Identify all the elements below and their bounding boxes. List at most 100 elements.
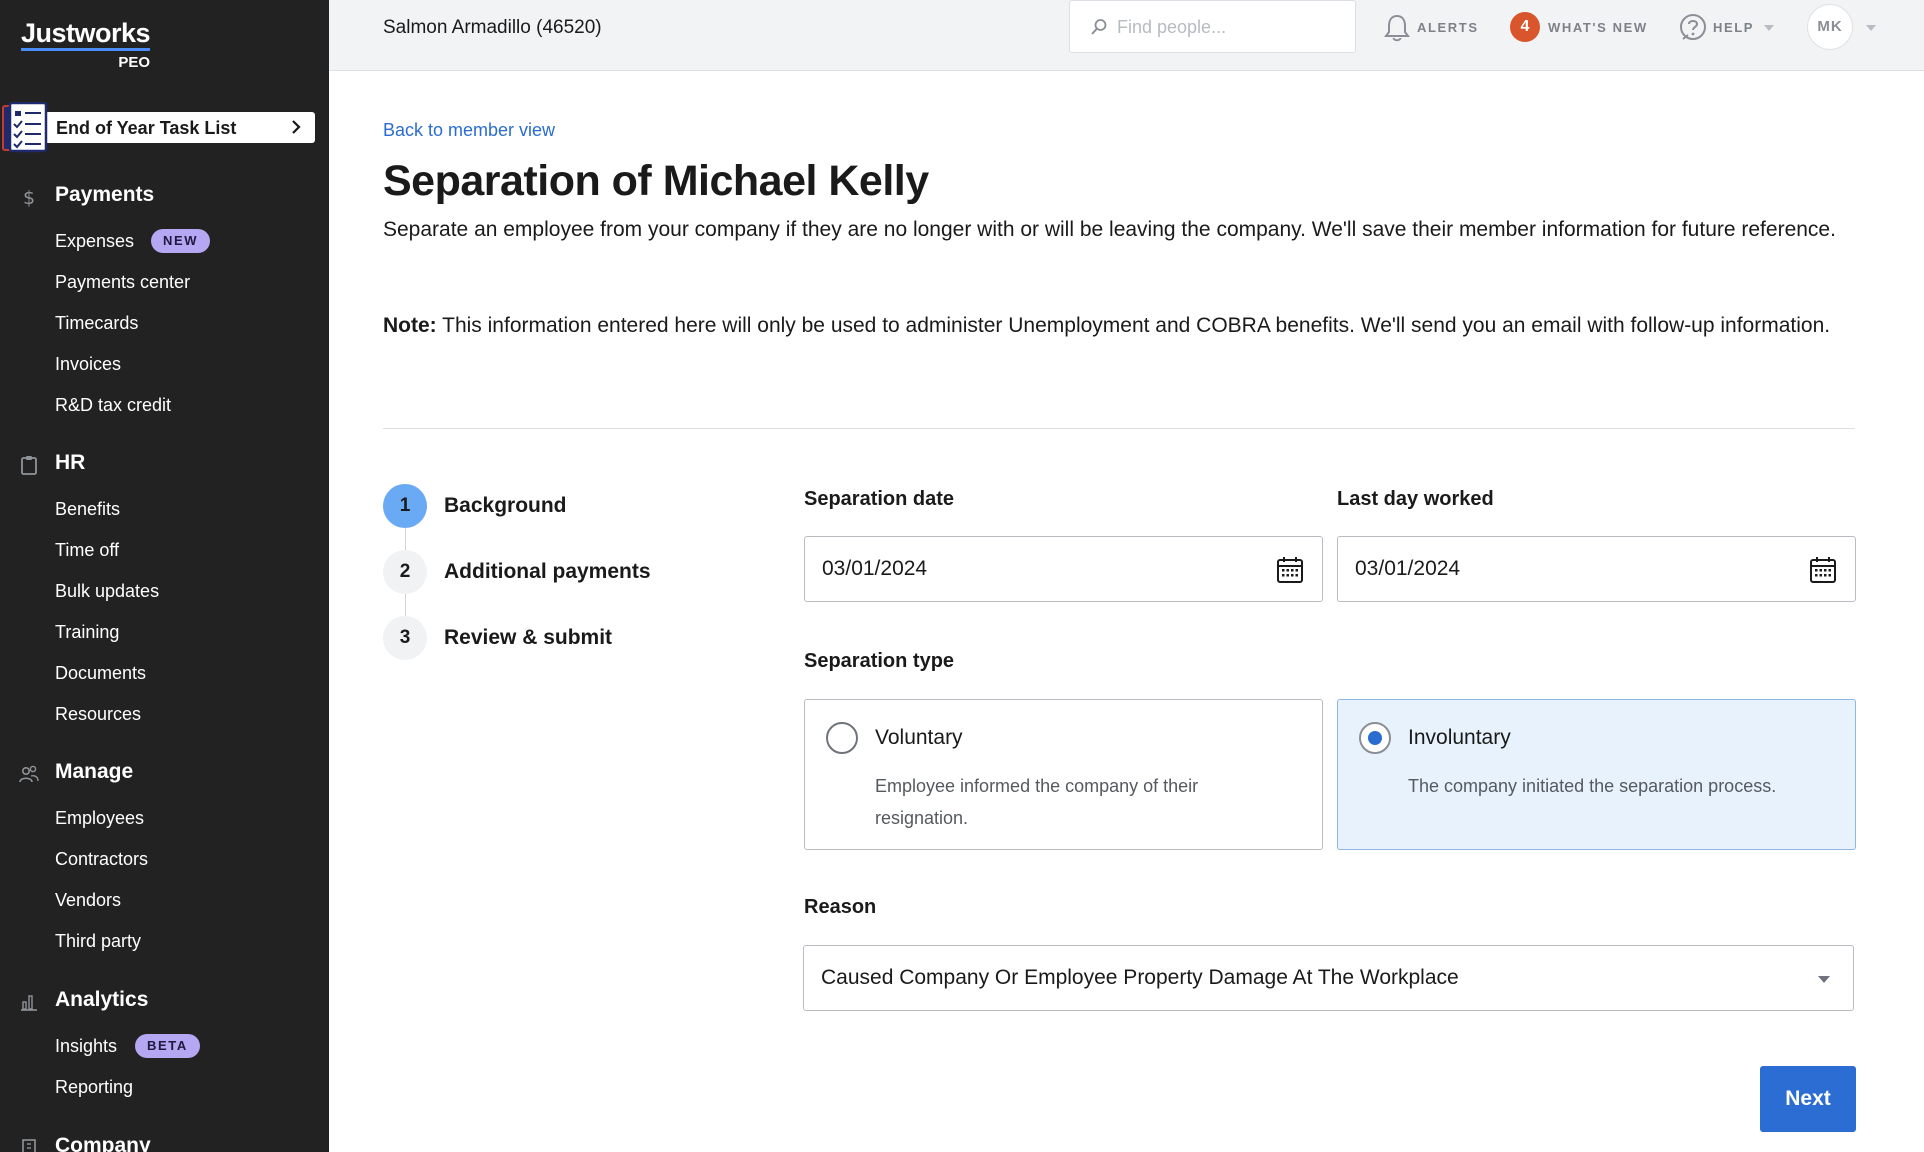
sidebar-item-label: Reporting bbox=[55, 1077, 134, 1097]
sidebar-item-rd-tax-credit[interactable]: R&D tax credit bbox=[0, 385, 329, 426]
radio-selected-dot bbox=[1368, 731, 1382, 745]
sidebar-item-third-party[interactable]: Third party bbox=[0, 921, 329, 962]
last-day-worked-label: Last day worked bbox=[1337, 488, 1494, 510]
reason-select[interactable]: Caused Company Or Employee Property Dama… bbox=[803, 945, 1854, 1011]
nav-section-hr: HR Benefits Time off Bulk updates Traini… bbox=[0, 449, 329, 735]
nav-head-company[interactable]: Company bbox=[0, 1132, 329, 1152]
beta-badge: BETA bbox=[135, 1034, 200, 1058]
sidebar-item-payments-center[interactable]: Payments center bbox=[0, 262, 329, 303]
sidebar-item-label: Third party bbox=[55, 931, 142, 951]
sidebar-item-label: Expenses bbox=[55, 231, 135, 251]
nav-head-hr[interactable]: HR bbox=[0, 449, 329, 479]
logo-wordmark: Justworks bbox=[21, 18, 151, 51]
sidebar-item-label: Payments center bbox=[55, 272, 191, 292]
step-label: Background bbox=[444, 494, 567, 517]
sidebar-item-insights[interactable]: Insights BETA bbox=[0, 1026, 329, 1067]
chevron-down-icon[interactable] bbox=[1763, 24, 1775, 32]
search-icon bbox=[1091, 19, 1107, 35]
reason-label: Reason bbox=[804, 896, 877, 918]
sidebar-item-label: Time off bbox=[55, 540, 120, 560]
sidebar-item-label: Documents bbox=[55, 663, 147, 683]
step-number: 2 bbox=[383, 550, 427, 594]
step-label: Additional payments bbox=[444, 560, 651, 583]
help-link[interactable]: HELP bbox=[1713, 20, 1754, 35]
voluntary-option[interactable]: Voluntary Employee informed the company … bbox=[804, 699, 1323, 850]
sidebar-item-label: Vendors bbox=[55, 890, 122, 910]
intro-text: Separate an employee from your company i… bbox=[383, 218, 1836, 241]
last-day-worked-value: 03/01/2024 bbox=[1355, 557, 1461, 580]
sidebar-item-timecards[interactable]: Timecards bbox=[0, 303, 329, 344]
step-connector bbox=[405, 528, 406, 550]
avatar[interactable]: MK bbox=[1807, 4, 1853, 50]
task-list-label: End of Year Task List bbox=[56, 118, 237, 138]
bar-chart-icon bbox=[21, 995, 37, 1011]
sidebar-item-training[interactable]: Training bbox=[0, 612, 329, 653]
sidebar-item-expenses[interactable]: Expenses NEW bbox=[0, 221, 329, 262]
chevron-down-icon bbox=[1818, 976, 1830, 983]
back-to-member-view-link[interactable]: Back to member view bbox=[383, 120, 555, 141]
alerts-link[interactable]: ALERTS bbox=[1417, 20, 1479, 35]
involuntary-option[interactable]: Involuntary The company initiated the se… bbox=[1337, 699, 1856, 850]
divider bbox=[383, 428, 1855, 429]
sidebar-item-resources[interactable]: Resources bbox=[0, 694, 329, 735]
whats-new-link[interactable]: WHAT'S NEW bbox=[1548, 20, 1648, 35]
new-badge: NEW bbox=[151, 229, 211, 253]
calendar-icon[interactable] bbox=[1276, 556, 1304, 584]
sidebar-item-bulk-updates[interactable]: Bulk updates bbox=[0, 571, 329, 612]
nav-section-company: Company bbox=[0, 1132, 329, 1152]
nav-head-payments[interactable]: $ Payments bbox=[0, 181, 329, 211]
checklist-icon bbox=[2, 102, 48, 153]
option-description: The company initiated the separation pro… bbox=[1408, 776, 1777, 796]
sidebar-item-label: Bulk updates bbox=[55, 581, 160, 601]
search-input[interactable] bbox=[1117, 13, 1342, 41]
voluntary-radio[interactable] bbox=[826, 722, 858, 754]
page-title: Separation of Michael Kelly bbox=[383, 157, 929, 205]
end-of-year-task-list-button[interactable]: End of Year Task List bbox=[2, 102, 315, 153]
company-name[interactable]: Salmon Armadillo (46520) bbox=[383, 17, 602, 39]
nav-head-manage[interactable]: Manage bbox=[0, 758, 329, 788]
next-button[interactable]: Next bbox=[1760, 1066, 1856, 1132]
separation-date-label: Separation date bbox=[804, 488, 955, 510]
separation-date-field[interactable]: 03/01/2024 bbox=[804, 536, 1323, 602]
sidebar-item-label: Contractors bbox=[55, 849, 149, 869]
dollar-icon: $ bbox=[23, 187, 35, 207]
sidebar-item-employees[interactable]: Employees bbox=[0, 798, 329, 839]
involuntary-radio[interactable] bbox=[1359, 722, 1391, 754]
justworks-logo[interactable]: Justworks PEO bbox=[21, 18, 151, 71]
sidebar-item-label: R&D tax credit bbox=[55, 395, 172, 415]
step-review-submit[interactable]: 3 Review & submit bbox=[383, 616, 683, 660]
sidebar-item-invoices[interactable]: Invoices bbox=[0, 344, 329, 385]
last-day-worked-field[interactable]: 03/01/2024 bbox=[1337, 536, 1856, 602]
chevron-right-icon bbox=[292, 120, 301, 134]
help-icon[interactable] bbox=[1679, 13, 1707, 41]
sidebar-item-vendors[interactable]: Vendors bbox=[0, 880, 329, 921]
search-box[interactable] bbox=[1069, 0, 1356, 53]
step-background[interactable]: 1 Background bbox=[383, 484, 683, 528]
sidebar-item-time-off[interactable]: Time off bbox=[0, 530, 329, 571]
whats-new-count-badge[interactable]: 4 bbox=[1510, 12, 1540, 42]
sidebar-item-benefits[interactable]: Benefits bbox=[0, 489, 329, 530]
sidebar-item-label: Training bbox=[55, 622, 120, 642]
people-icon bbox=[19, 765, 39, 783]
step-additional-payments[interactable]: 2 Additional payments bbox=[383, 550, 683, 594]
nav-head-analytics[interactable]: Analytics bbox=[0, 986, 329, 1016]
separation-type-label: Separation type bbox=[804, 650, 955, 672]
reason-value: Caused Company Or Employee Property Dama… bbox=[821, 966, 1459, 989]
calendar-icon[interactable] bbox=[1809, 556, 1837, 584]
option-title: Involuntary bbox=[1408, 726, 1511, 749]
chevron-down-icon[interactable] bbox=[1865, 24, 1877, 32]
nav-section-manage: Manage Employees Contractors Vendors Thi… bbox=[0, 758, 329, 962]
top-bar: Salmon Armadillo (46520) ALERTS 4 WHAT'S… bbox=[329, 0, 1924, 71]
note-body: This information entered here will only … bbox=[436, 314, 1831, 337]
sidebar-item-reporting[interactable]: Reporting bbox=[0, 1067, 329, 1108]
sidebar-item-label: Employees bbox=[55, 808, 145, 828]
step-number: 1 bbox=[383, 484, 427, 528]
separation-date-value: 03/01/2024 bbox=[822, 557, 928, 580]
clipboard-icon bbox=[21, 456, 37, 475]
sidebar-item-contractors[interactable]: Contractors bbox=[0, 839, 329, 880]
sidebar-item-documents[interactable]: Documents bbox=[0, 653, 329, 694]
nav-head-label: Payments bbox=[55, 183, 155, 206]
logo-subtitle: PEO bbox=[118, 54, 151, 71]
step-number: 3 bbox=[383, 616, 427, 660]
bell-icon[interactable] bbox=[1383, 13, 1411, 43]
